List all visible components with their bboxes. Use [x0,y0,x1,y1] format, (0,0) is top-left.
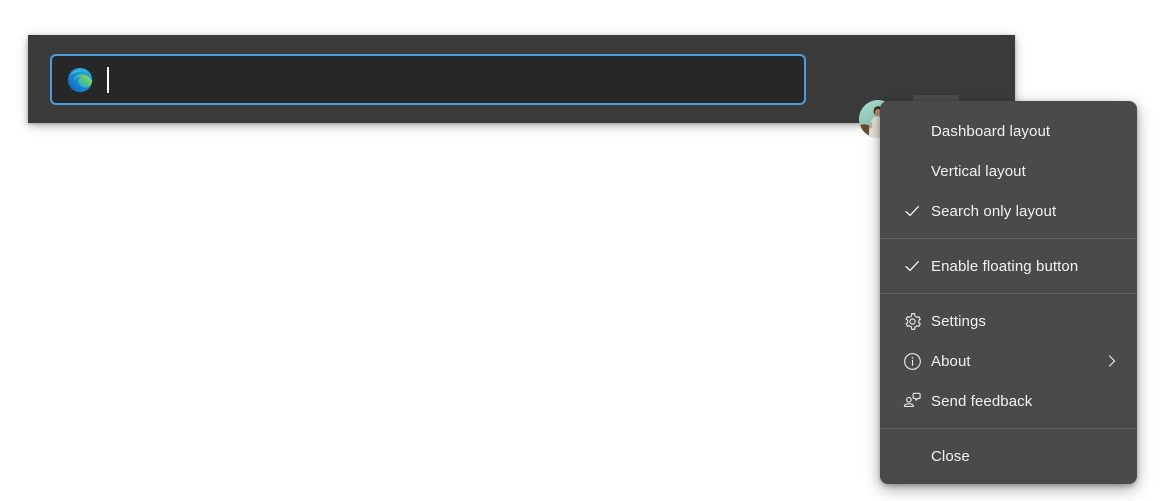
menu-item-search-only-layout[interactable]: Search only layout [880,191,1137,231]
menu-item-label: Send feedback [931,392,1033,410]
menu-item-about[interactable]: About [880,341,1137,381]
chevron-right-icon [1103,352,1121,370]
menu-item-dashboard-layout[interactable]: Dashboard layout [880,111,1137,151]
menu-item-send-feedback[interactable]: Send feedback [880,381,1137,421]
menu-item-vertical-layout[interactable]: Vertical layout [880,151,1137,191]
menu-item-label: Search only layout [931,202,1057,220]
menu-separator [880,428,1137,429]
menu-item-label: Enable floating button [931,257,1079,275]
menu-item-label: Dashboard layout [931,122,1051,140]
menu-item-close[interactable]: Close [880,436,1137,476]
feedback-icon [898,387,926,415]
menu-item-label: Vertical layout [931,162,1026,180]
search-toolbar-window [28,35,1015,142]
menu-item-label: Close [931,447,970,465]
edge-logo-icon [67,67,93,92]
check-icon [898,197,926,225]
settings-context-menu: Dashboard layout Vertical layout Search … [880,101,1137,484]
gear-icon [898,307,926,335]
menu-item-label: Settings [931,312,986,330]
menu-separator [880,238,1137,239]
search-box[interactable] [50,54,806,105]
screen-root: Dashboard layout Vertical layout Search … [0,0,1173,501]
menu-item-enable-floating-button[interactable]: Enable floating button [880,246,1137,286]
search-input[interactable] [109,56,805,103]
info-circle-icon [898,347,926,375]
menu-item-settings[interactable]: Settings [880,301,1137,341]
menu-separator [880,293,1137,294]
menu-item-label: About [931,352,971,370]
check-icon [898,252,926,280]
